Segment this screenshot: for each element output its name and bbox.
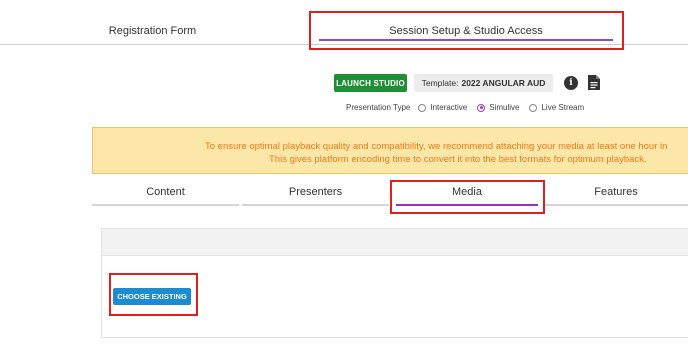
radio-label-simulive: Simulive — [489, 103, 520, 112]
template-prefix: Template: — [421, 78, 459, 88]
tab-underline — [242, 204, 389, 206]
presentation-type-label: Presentation Type — [346, 103, 411, 112]
tab-content[interactable]: Content — [92, 180, 239, 206]
template-badge: Template: 2022 ANGULAR AUD — [414, 74, 553, 92]
radio-simulive[interactable]: Simulive — [477, 103, 519, 112]
tab-content-label: Content — [146, 186, 185, 198]
highlight-box-choose-existing — [109, 273, 198, 316]
tab-features-label: Features — [594, 186, 638, 198]
notice-line-1: To ensure optimal playback quality and c… — [205, 141, 668, 152]
presentation-type-group: Presentation Type Interactive Simulive L… — [346, 103, 594, 112]
radio-interactive[interactable]: Interactive — [418, 103, 467, 112]
radio-label-live-stream: Live Stream — [541, 103, 585, 112]
highlight-box-media-tab — [390, 180, 545, 214]
document-icon[interactable] — [588, 75, 600, 95]
tab-underline — [92, 204, 239, 206]
radio-label-interactive: Interactive — [430, 103, 468, 112]
template-name: 2022 ANGULAR AUD — [461, 78, 546, 88]
tab-presenters[interactable]: Presenters — [242, 180, 389, 206]
radio-live-stream[interactable]: Live Stream — [529, 103, 584, 112]
media-panel-header — [102, 229, 688, 256]
radio-button-simulive[interactable] — [477, 103, 486, 112]
highlight-box-session-tab — [309, 11, 624, 50]
launch-studio-button[interactable]: LAUNCH STUDIO — [334, 74, 407, 92]
radio-button-live-stream[interactable] — [529, 103, 538, 112]
tab-features[interactable]: Features — [544, 180, 688, 206]
radio-button-interactive[interactable] — [418, 103, 427, 112]
tab-presenters-label: Presenters — [288, 186, 343, 198]
info-icon[interactable]: i — [564, 76, 578, 90]
tab-underline — [544, 204, 688, 206]
tab-registration-form[interactable]: Registration Form — [95, 0, 210, 45]
notice-line-2: This gives platform encoding time to con… — [269, 154, 647, 165]
encoding-notice-banner: To ensure optimal playback quality and c… — [92, 127, 688, 174]
